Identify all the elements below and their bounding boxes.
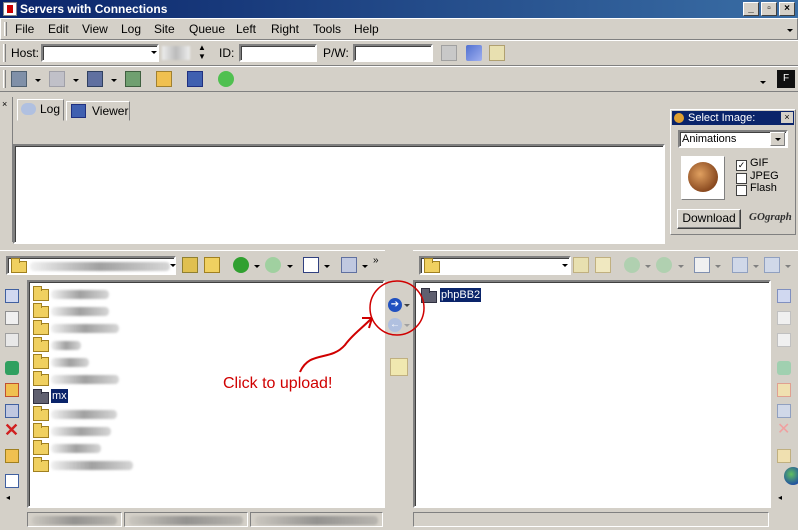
annotation-text: Click to upload!: [223, 375, 333, 392]
annotation-circle: [369, 280, 425, 336]
annotation-arrow: [299, 317, 373, 373]
annotation-overlay: [299, 280, 425, 373]
